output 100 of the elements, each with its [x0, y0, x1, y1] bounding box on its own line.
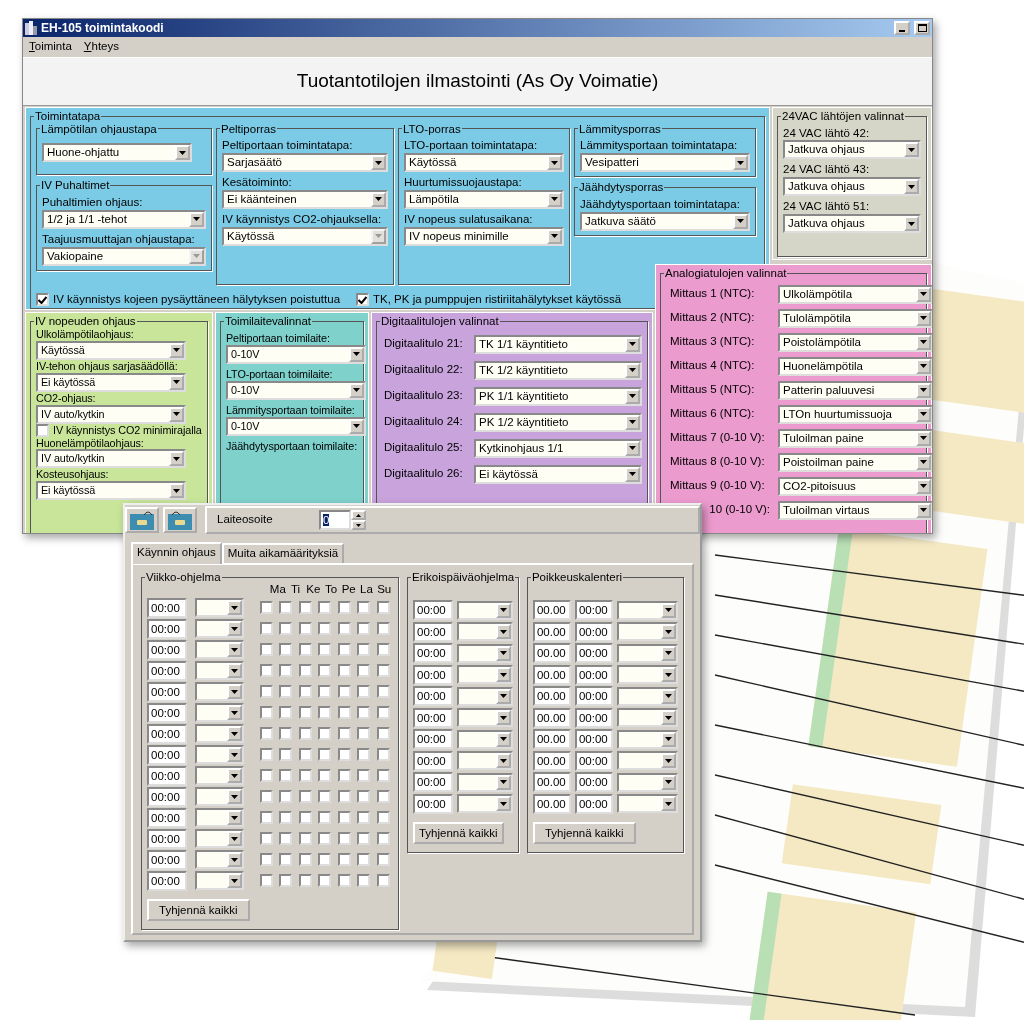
dropdown[interactable]: 1/2 ja 1/1 -tehot: [42, 209, 206, 229]
checkbox[interactable]: [337, 643, 351, 657]
dropdown[interactable]: Tuloilman virtaus: [778, 500, 932, 520]
checkbox[interactable]: [376, 727, 390, 741]
checkbox[interactable]: [259, 727, 273, 741]
maximize-button[interactable]: [914, 21, 930, 35]
checkbox[interactable]: [279, 769, 293, 783]
checkbox[interactable]: [376, 685, 390, 699]
checkbox[interactable]: [337, 832, 351, 846]
checkbox[interactable]: [259, 874, 273, 888]
checkbox[interactable]: [376, 643, 390, 657]
checkbox[interactable]: [318, 685, 332, 699]
checkbox[interactable]: [376, 769, 390, 783]
dropdown[interactable]: [616, 708, 678, 728]
checkbox[interactable]: [318, 601, 332, 615]
dropdown[interactable]: Poistolämpötila: [778, 332, 932, 352]
checkbox[interactable]: [318, 706, 332, 720]
time-field[interactable]: 00:00: [147, 828, 187, 849]
time-field[interactable]: 00:00: [147, 870, 187, 891]
checkbox[interactable]: [318, 874, 332, 888]
checkbox[interactable]: [259, 853, 273, 867]
dropdown[interactable]: Huone-ohjattu: [42, 143, 192, 163]
checkbox[interactable]: [259, 664, 273, 678]
date-field[interactable]: 00.00: [532, 793, 571, 814]
checkbox[interactable]: [259, 706, 273, 720]
checkbox[interactable]: [259, 685, 273, 699]
checkbox[interactable]: [318, 790, 332, 804]
checkbox[interactable]: [337, 853, 351, 867]
checkbox[interactable]: [259, 790, 273, 804]
dropdown[interactable]: 0-10V: [226, 416, 366, 436]
checkbox[interactable]: [279, 748, 293, 762]
dropdown[interactable]: CO2-pitoisuus: [778, 476, 932, 496]
checkbox[interactable]: [298, 811, 312, 825]
dropdown[interactable]: [195, 703, 245, 723]
date-field[interactable]: 00.00: [532, 664, 571, 685]
time-field[interactable]: 00:00: [413, 600, 453, 621]
checkbox[interactable]: [337, 727, 351, 741]
time-field[interactable]: 00:00: [413, 664, 453, 685]
dropdown[interactable]: [195, 745, 245, 765]
time-field[interactable]: 00:00: [574, 686, 613, 707]
checkbox[interactable]: [357, 601, 371, 615]
dropdown[interactable]: [616, 643, 678, 663]
checkbox[interactable]: [376, 706, 390, 720]
dropdown[interactable]: Jatkuva ohjaus: [783, 140, 921, 160]
checkbox[interactable]: [318, 769, 332, 783]
checkbox[interactable]: [318, 853, 332, 867]
date-field[interactable]: 00.00: [532, 772, 571, 793]
checkbox[interactable]: [357, 643, 371, 657]
dropdown[interactable]: Jatkuva ohjaus: [783, 214, 921, 234]
checkbox[interactable]: [279, 811, 293, 825]
minimize-button[interactable]: [894, 21, 910, 35]
checkbox[interactable]: [337, 664, 351, 678]
dropdown[interactable]: Sarjasäätö: [222, 153, 388, 173]
time-field[interactable]: 00:00: [413, 643, 453, 664]
time-field[interactable]: 00:00: [574, 729, 613, 750]
checkbox[interactable]: [337, 706, 351, 720]
checkbox[interactable]: [298, 832, 312, 846]
checkbox[interactable]: [298, 664, 312, 678]
time-field[interactable]: 00:00: [147, 723, 187, 744]
dropdown[interactable]: [457, 708, 513, 728]
checkbox[interactable]: [279, 622, 293, 636]
checkbox[interactable]: [337, 601, 351, 615]
checkbox[interactable]: [259, 601, 273, 615]
checkbox[interactable]: [356, 293, 370, 307]
checkbox[interactable]: [318, 727, 332, 741]
time-field[interactable]: 00:00: [574, 621, 613, 642]
dropdown[interactable]: [457, 622, 513, 642]
dropdown[interactable]: [195, 724, 245, 744]
dropdown[interactable]: Tuloilman paine: [778, 428, 932, 448]
dropdown[interactable]: Ei käänteinen: [222, 189, 388, 209]
dropdown[interactable]: IV nopeus minimille: [404, 226, 564, 246]
date-field[interactable]: 00.00: [532, 621, 571, 642]
checkbox[interactable]: [318, 643, 332, 657]
dropdown[interactable]: [457, 643, 513, 663]
dropdown[interactable]: [457, 772, 513, 792]
dropdown[interactable]: [195, 808, 245, 828]
dropdown[interactable]: Vesipatteri: [580, 153, 750, 173]
checkbox[interactable]: [279, 643, 293, 657]
checkbox[interactable]: [318, 748, 332, 762]
checkbox[interactable]: [357, 832, 371, 846]
dropdown[interactable]: [616, 751, 678, 771]
dropdown[interactable]: IV auto/kytkin: [36, 449, 186, 469]
date-field[interactable]: 00.00: [532, 600, 571, 621]
checkbox[interactable]: [298, 706, 312, 720]
dropdown[interactable]: [457, 729, 513, 749]
time-field[interactable]: 00:00: [413, 621, 453, 642]
time-field[interactable]: 00:00: [413, 707, 453, 728]
dropdown[interactable]: Huonelämpötila: [778, 356, 932, 376]
time-field[interactable]: 00:00: [574, 793, 613, 814]
checkbox[interactable]: [279, 874, 293, 888]
clear-all-button[interactable]: Tyhjennä kaikki: [413, 822, 504, 845]
time-field[interactable]: 00:00: [147, 765, 187, 786]
dropdown[interactable]: TK 1/1 käyntitieto: [474, 334, 642, 354]
checkbox[interactable]: [279, 601, 293, 615]
dropdown[interactable]: PK 1/1 käyntitieto: [474, 386, 642, 406]
date-field[interactable]: 00.00: [532, 729, 571, 750]
checkbox[interactable]: [298, 853, 312, 867]
checkbox[interactable]: [357, 853, 371, 867]
checkbox[interactable]: [318, 832, 332, 846]
checkbox[interactable]: [298, 874, 312, 888]
